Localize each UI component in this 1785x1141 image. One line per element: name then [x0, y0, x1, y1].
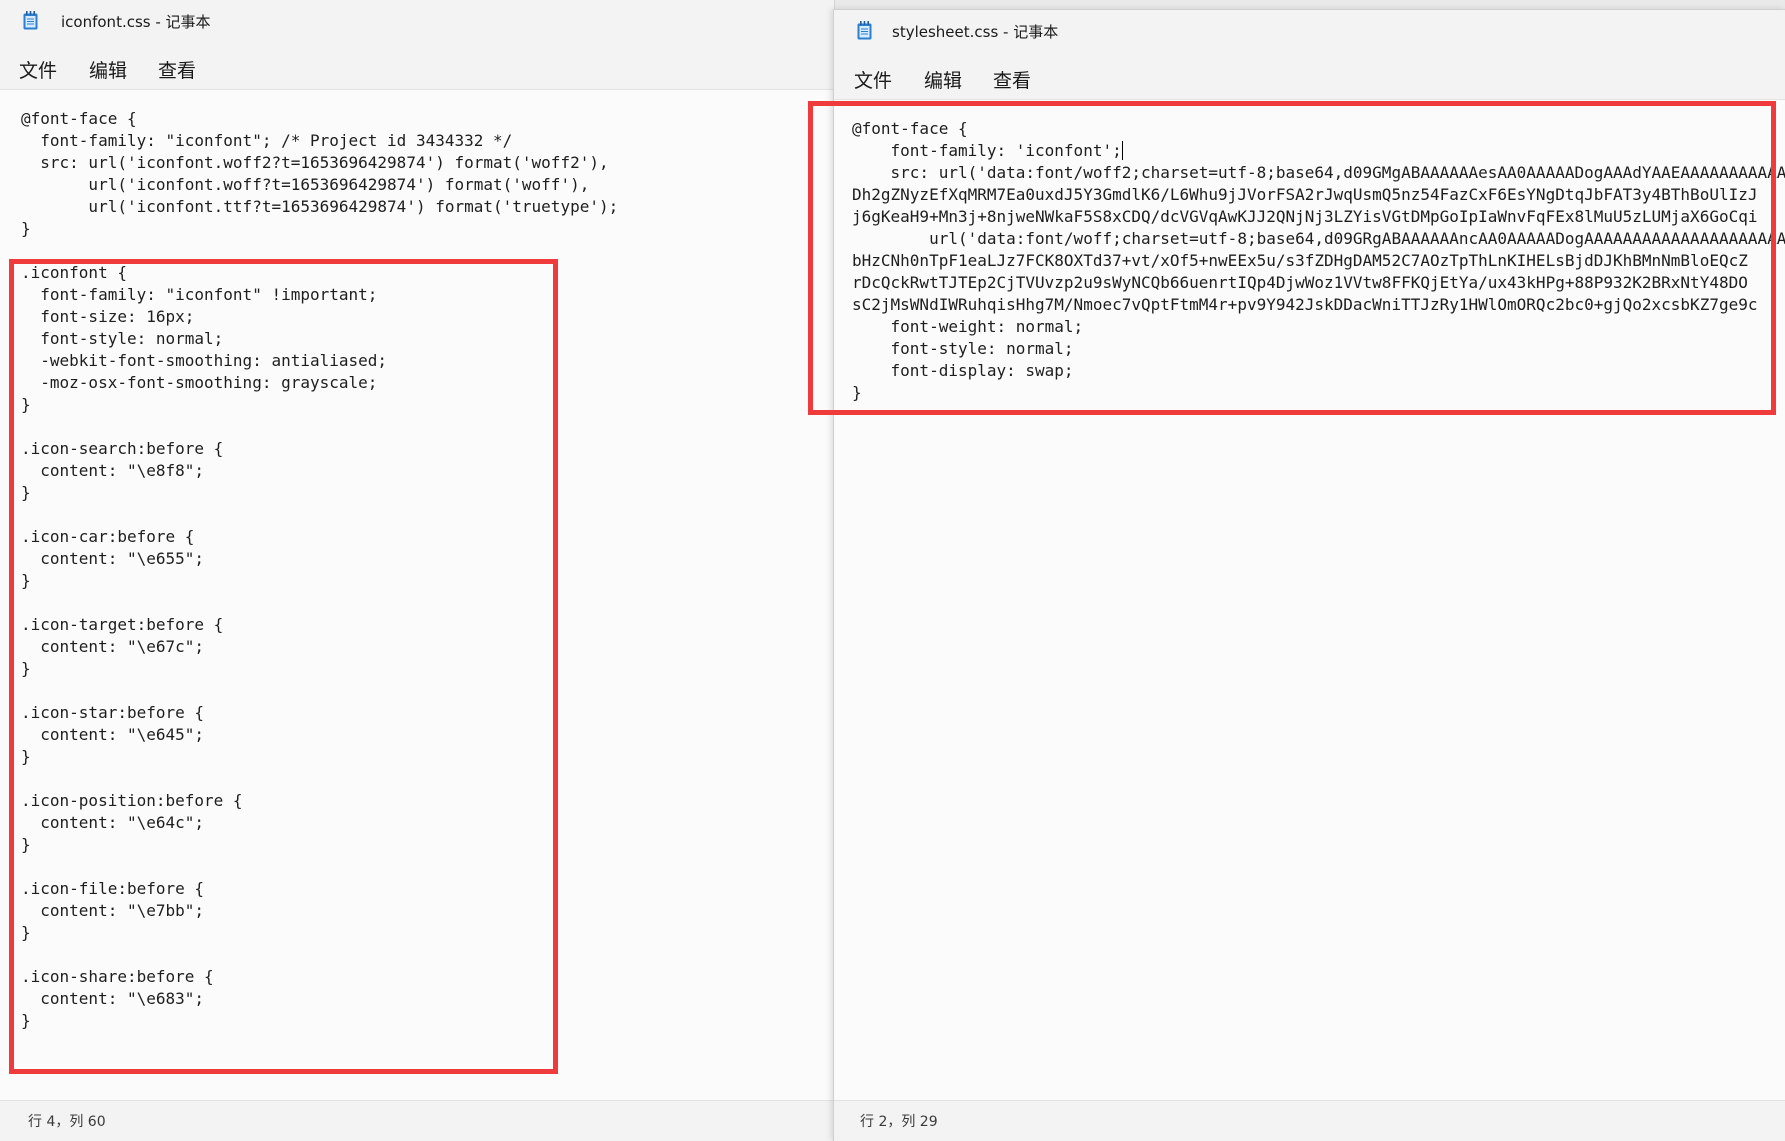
title-bar[interactable]: stylesheet.css - 记事本 [834, 10, 1785, 52]
menu-bar: 文件 编辑 查看 [834, 52, 1785, 100]
notepad-window-iconfont: iconfont.css - 记事本 文件 编辑 查看 @font-face {… [0, 0, 835, 1141]
menu-bar: 文件 编辑 查看 [0, 42, 834, 90]
notepad-window-stylesheet: stylesheet.css - 记事本 文件 编辑 查看 @font-face… [833, 9, 1785, 1141]
menu-view[interactable]: 查看 [154, 54, 200, 85]
editor-content[interactable]: @font-face { font-family: "iconfont"; /*… [21, 108, 618, 1032]
title-bar[interactable]: iconfont.css - 记事本 [0, 0, 834, 42]
status-bar: 行 4，列 60 [0, 1100, 834, 1141]
window-title: iconfont.css - 记事本 [61, 13, 211, 31]
menu-file[interactable]: 文件 [850, 64, 896, 95]
text-editor-area[interactable]: @font-face { font-family: 'iconfont'; sr… [834, 100, 1785, 1101]
code-text-after-caret: src: url('data:font/woff2;charset=utf-8;… [852, 163, 1785, 402]
notepad-icon [23, 11, 38, 30]
status-bar: 行 2，列 29 [834, 1100, 1785, 1141]
editor-content[interactable]: @font-face { font-family: 'iconfont'; sr… [852, 118, 1785, 404]
menu-view[interactable]: 查看 [989, 64, 1035, 95]
menu-edit[interactable]: 编辑 [920, 64, 966, 95]
menu-file[interactable]: 文件 [15, 54, 61, 85]
cursor-position: 行 2，列 29 [860, 1114, 938, 1130]
window-title: stylesheet.css - 记事本 [892, 23, 1059, 41]
text-caret [1121, 141, 1123, 160]
text-editor-area[interactable]: @font-face { font-family: "iconfont"; /*… [0, 90, 834, 1101]
menu-edit[interactable]: 编辑 [85, 54, 131, 85]
cursor-position: 行 4，列 60 [28, 1114, 106, 1130]
notepad-icon [857, 21, 872, 40]
code-text-before-caret: @font-face { font-family: 'iconfont'; [852, 119, 1122, 160]
